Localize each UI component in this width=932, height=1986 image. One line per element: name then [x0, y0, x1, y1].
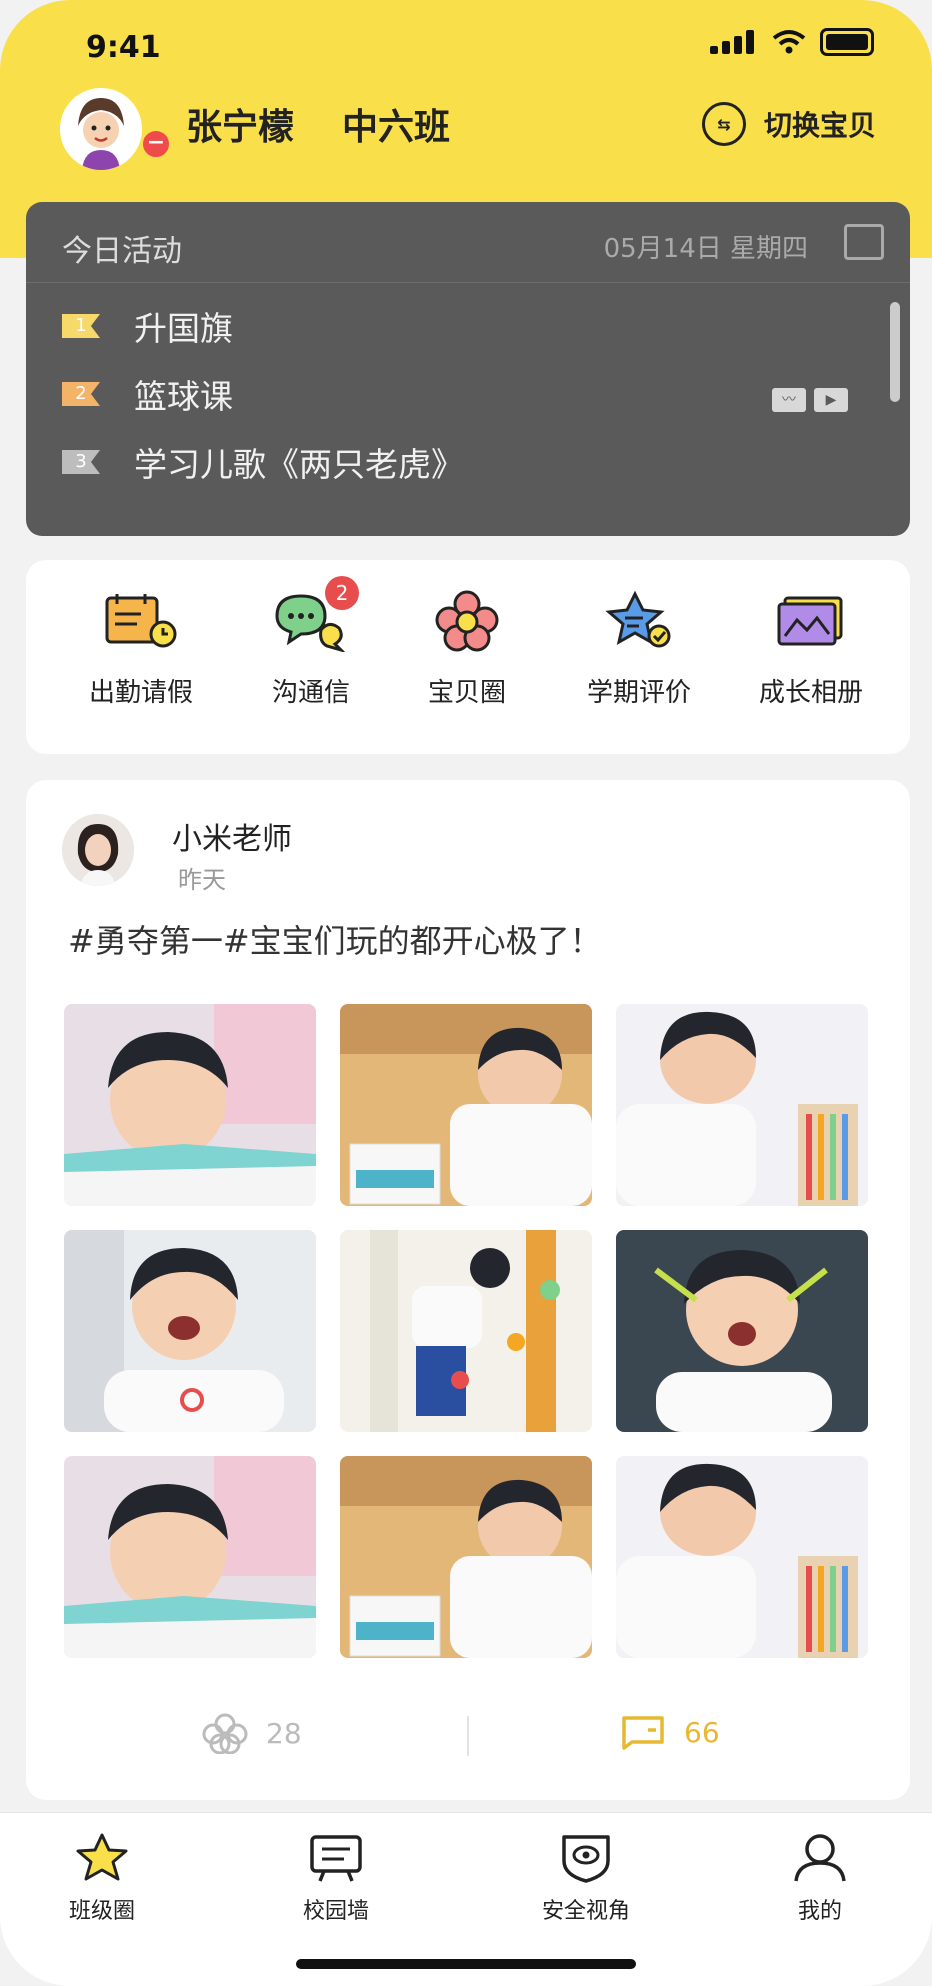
shortcut-chat[interactable]: 2 沟通信	[226, 576, 396, 709]
tab-safety-view[interactable]: 安全视角	[526, 1831, 646, 1925]
activity-header: 今日活动 05月14日 星期四	[26, 202, 910, 283]
scrollbar[interactable]	[890, 302, 900, 402]
activity-label: 篮球课	[134, 377, 233, 416]
photo-thumbnail[interactable]	[616, 1456, 868, 1658]
baby-circle-icon	[427, 590, 507, 652]
tab-class-circle[interactable]: 班级圈	[42, 1831, 162, 1925]
photo-icon[interactable]: 〰	[772, 388, 806, 412]
post-card: 小米老师 昨天 #勇夺第一#宝宝们玩的都开心极了！ 28 66	[26, 780, 910, 1800]
user-icon	[790, 1831, 850, 1885]
child-avatar[interactable]	[60, 88, 142, 170]
battery-icon	[820, 28, 874, 56]
post-author[interactable]: 小米老师	[172, 814, 292, 858]
shortcut-label: 宝贝圈	[427, 678, 506, 708]
post-time: 昨天	[178, 866, 226, 894]
photo-grid	[64, 1004, 872, 1658]
shortcut-label: 出勤请假	[88, 678, 193, 708]
video-icon[interactable]: ▶	[814, 388, 848, 412]
shortcut-label: 学期评价	[586, 678, 691, 708]
signal-icon	[710, 30, 758, 54]
child-name: 张宁檬	[186, 107, 295, 148]
tab-me[interactable]: 我的	[760, 1831, 880, 1925]
tab-campus-wall[interactable]: 校园墙	[276, 1831, 396, 1925]
chat-icon: 2	[271, 576, 359, 654]
photo-thumbnail[interactable]	[340, 1004, 592, 1206]
shortcut-label: 成长相册	[758, 678, 863, 708]
photo-thumbnail[interactable]	[616, 1004, 868, 1206]
photo-thumbnail[interactable]	[340, 1230, 592, 1432]
photo-thumbnail[interactable]	[64, 1004, 316, 1206]
divider	[467, 1716, 469, 1756]
post-actions: 28 66	[26, 1698, 910, 1778]
star-rating-icon	[599, 590, 679, 652]
attendance-icon	[101, 590, 181, 652]
status-time: 9:41	[86, 30, 161, 65]
switch-child-button[interactable]: ⇆ 切换宝贝	[701, 102, 876, 146]
photo-thumbnail[interactable]	[340, 1456, 592, 1658]
like-button[interactable]: 28	[200, 1712, 302, 1754]
status-badge: −	[140, 128, 172, 160]
tab-label: 安全视角	[541, 1899, 630, 1924]
today-activity-card[interactable]: 今日活动 05月14日 星期四 1 升国旗 2 篮球课 3 学习儿歌《两只老虎》…	[26, 202, 910, 536]
activity-date: 05月14日 星期四	[603, 234, 808, 264]
board-icon	[306, 1831, 366, 1885]
star-icon	[72, 1831, 132, 1885]
comment-count: 66	[684, 1715, 720, 1749]
photo-thumbnail[interactable]	[616, 1230, 868, 1432]
profile-header: − 张宁檬 中六班 ⇆ 切换宝贝	[0, 80, 932, 200]
activity-item[interactable]: 3 学习儿歌《两只老虎》	[62, 428, 464, 496]
shortcut-attendance[interactable]: 出勤请假	[56, 590, 226, 709]
shortcut-label: 沟通信	[271, 678, 350, 708]
activity-label: 学习儿歌《两只老虎》	[134, 445, 464, 484]
post-text: #勇夺第一#宝宝们玩的都开心极了！	[68, 922, 602, 960]
activity-item[interactable]: 1 升国旗	[62, 292, 464, 360]
tab-label: 班级圈	[68, 1899, 135, 1924]
activity-list: 1 升国旗 2 篮球课 3 学习儿歌《两只老虎》	[62, 292, 464, 496]
wifi-icon	[772, 30, 806, 54]
switch-label: 切换宝贝	[763, 109, 876, 142]
tab-label: 校园墙	[302, 1899, 369, 1924]
teacher-avatar[interactable]	[62, 814, 134, 886]
photo-thumbnail[interactable]	[64, 1230, 316, 1432]
flag-icon: 2	[62, 382, 100, 406]
album-icon	[771, 590, 851, 652]
flag-icon: 3	[62, 450, 100, 474]
activity-label: 升国旗	[134, 309, 233, 348]
calendar-icon[interactable]	[844, 224, 884, 260]
flag-icon: 1	[62, 314, 100, 338]
shortcut-panel: 出勤请假 2 沟通信 宝贝圈 学期评价 成长相册	[26, 560, 910, 754]
activity-title: 今日活动	[62, 234, 182, 269]
eye-shield-icon	[556, 1831, 616, 1885]
photo-thumbnail[interactable]	[64, 1456, 316, 1658]
shortcut-album[interactable]: 成长相册	[726, 590, 896, 709]
tab-label: 我的	[797, 1899, 842, 1924]
shortcut-baby-circle[interactable]: 宝贝圈	[382, 590, 552, 709]
home-indicator[interactable]	[296, 1959, 636, 1969]
like-count: 28	[266, 1716, 302, 1750]
unread-badge: 2	[325, 576, 359, 610]
switch-icon: ⇆	[701, 102, 746, 146]
activity-item[interactable]: 2 篮球课	[62, 360, 464, 428]
activity-media: 〰 ▶	[772, 388, 848, 412]
status-icons	[710, 28, 874, 56]
comment-icon	[622, 1716, 664, 1750]
class-name: 中六班	[342, 107, 451, 148]
app-screen: 9:41 − 张宁檬 中六班 ⇆ 切换宝贝 今日活动 05月14日 星期四 1 …	[0, 0, 932, 1986]
flower-like-icon	[202, 1713, 248, 1754]
shortcut-evaluation[interactable]: 学期评价	[554, 590, 724, 709]
comment-button[interactable]: 66	[618, 1712, 720, 1752]
